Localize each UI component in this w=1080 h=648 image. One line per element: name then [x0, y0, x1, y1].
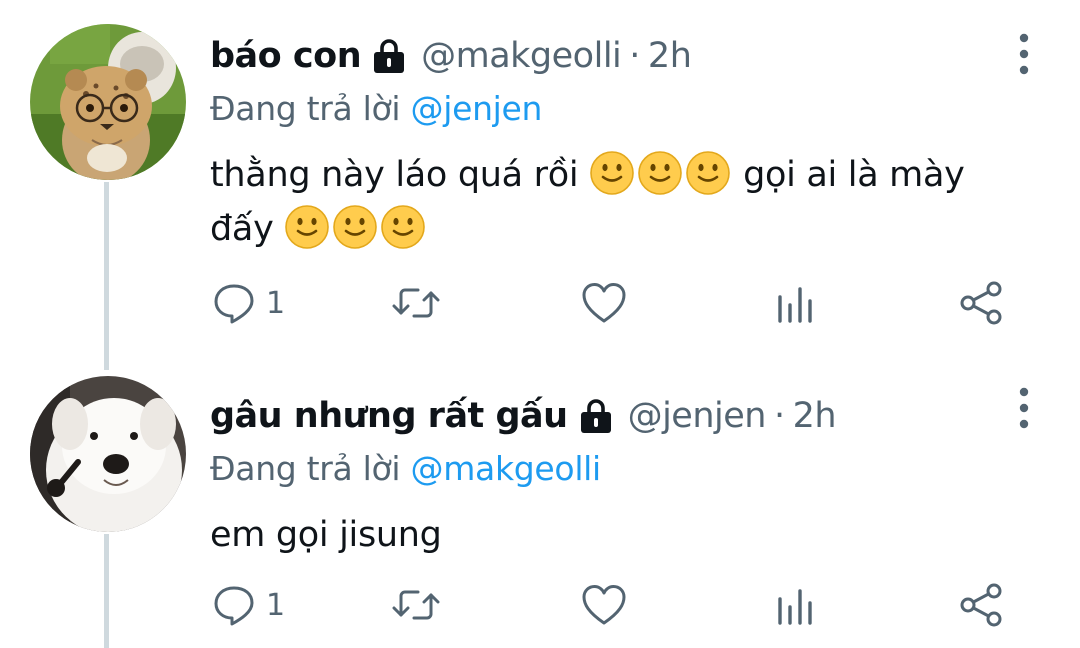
retweet-button[interactable]	[392, 580, 440, 630]
more-vertical-icon[interactable]	[1016, 32, 1032, 76]
reply-prefix: Đang trả lời	[210, 89, 401, 128]
tweet-content: gâu nhưng rất gấu @jenjen · 2h Đang trả …	[210, 388, 1020, 562]
like-button[interactable]	[580, 278, 628, 328]
separator-dot: ·	[629, 36, 640, 76]
dog-avatar-icon	[30, 376, 186, 532]
reply-icon	[210, 581, 258, 629]
views-icon	[770, 581, 818, 629]
tweet-actions: 1	[210, 278, 1030, 328]
slightly-smiling-face-icon	[685, 150, 731, 196]
tweet-text: thằng này láo quá rồi gọi ai là mày đấy	[210, 148, 1020, 256]
share-button[interactable]	[958, 278, 1006, 328]
tweet-text-part: đấy	[210, 209, 274, 249]
slightly-smiling-face-icon	[589, 150, 635, 196]
tweet[interactable]: báo con @makgeolli · 2h Đang trả lời @je…	[0, 0, 1080, 370]
cheetah-avatar-icon	[30, 24, 186, 180]
views-button[interactable]	[770, 580, 818, 630]
reply-button[interactable]: 1	[210, 580, 285, 630]
lock-icon	[578, 398, 614, 434]
tweet-text: em gọi jisung	[210, 508, 1020, 562]
retweet-icon	[392, 581, 440, 629]
reply-mention-link[interactable]: @makgeolli	[411, 449, 602, 488]
avatar[interactable]	[30, 376, 186, 532]
like-icon	[580, 279, 628, 327]
timestamp[interactable]: 2h	[648, 36, 692, 76]
reply-icon	[210, 279, 258, 327]
retweet-button[interactable]	[392, 278, 440, 328]
tweet-text-part: thằng này láo quá rồi	[210, 155, 579, 195]
lock-icon	[371, 38, 407, 74]
reply-count: 1	[266, 587, 286, 623]
display-name[interactable]: báo con	[210, 36, 362, 76]
tweet-text-part: gọi ai là mày	[743, 155, 965, 195]
timestamp[interactable]: 2h	[793, 396, 837, 436]
share-icon	[958, 279, 1006, 327]
share-icon	[958, 581, 1006, 629]
reply-mention-link[interactable]: @jenjen	[411, 89, 543, 128]
reply-count: 1	[266, 285, 286, 321]
display-name[interactable]: gâu nhưng rất gấu	[210, 396, 568, 436]
views-button[interactable]	[770, 278, 818, 328]
separator-dot: ·	[773, 396, 785, 436]
slightly-smiling-face-icon	[284, 204, 330, 250]
reply-button[interactable]: 1	[210, 278, 285, 328]
tweet-thread: báo con @makgeolli · 2h Đang trả lời @je…	[0, 0, 1080, 648]
reply-context: Đang trả lời @makgeolli	[210, 444, 1020, 494]
tweet[interactable]: gâu nhưng rất gấu @jenjen · 2h Đang trả …	[0, 370, 1080, 648]
like-button[interactable]	[580, 580, 628, 630]
slightly-smiling-face-icon	[637, 150, 683, 196]
views-icon	[770, 279, 818, 327]
retweet-icon	[392, 279, 440, 327]
emoji-group	[589, 155, 733, 195]
tweet-text-part: em gọi jisung	[210, 515, 442, 555]
tweet-header: báo con @makgeolli · 2h	[210, 28, 1020, 84]
share-button[interactable]	[958, 580, 1006, 630]
slightly-smiling-face-icon	[380, 204, 426, 250]
tweet-actions: 1	[210, 580, 1030, 630]
user-handle[interactable]: @makgeolli	[421, 36, 622, 76]
user-handle[interactable]: @jenjen	[628, 396, 767, 436]
emoji-group	[284, 209, 428, 249]
reply-context: Đang trả lời @jenjen	[210, 84, 1020, 134]
like-icon	[580, 581, 628, 629]
slightly-smiling-face-icon	[332, 204, 378, 250]
more-vertical-icon[interactable]	[1016, 386, 1032, 430]
reply-prefix: Đang trả lời	[210, 449, 401, 488]
avatar[interactable]	[30, 24, 186, 180]
tweet-content: báo con @makgeolli · 2h Đang trả lời @je…	[210, 28, 1020, 256]
tweet-header: gâu nhưng rất gấu @jenjen · 2h	[210, 388, 1020, 444]
